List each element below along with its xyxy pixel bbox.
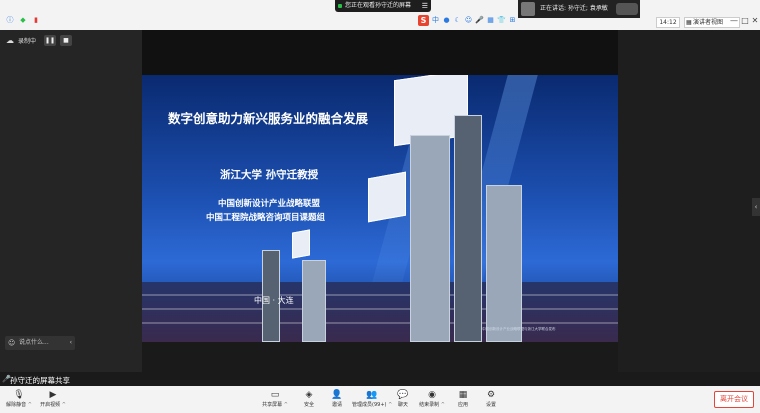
ime-mic-icon[interactable]: 🎤 xyxy=(475,16,484,24)
view-mode-label: 演讲者视图 xyxy=(693,19,724,26)
menu-icon[interactable]: ☰ xyxy=(422,0,428,12)
invite-label: 邀请 xyxy=(331,402,342,408)
stage-tower xyxy=(302,260,326,342)
share-banner-text: 您正在观看孙守迁的屏幕 xyxy=(345,2,412,9)
right-panel xyxy=(618,30,760,372)
invite-button[interactable]: 👤 邀请 xyxy=(320,390,354,412)
chevron-up-icon[interactable]: ^ xyxy=(441,402,445,408)
video-off-icon: ▶ xyxy=(49,390,57,400)
signal-icon[interactable]: ▮ xyxy=(32,16,40,24)
settings-label: 设置 xyxy=(485,402,496,408)
share-screen-button[interactable]: ▭ 共享屏幕 ^ xyxy=(258,390,292,412)
stage-tower xyxy=(486,185,522,342)
end-recording-label: 结束录制 xyxy=(419,402,440,408)
chevron-up-icon[interactable]: ^ xyxy=(28,402,32,408)
ime-keyboard-icon[interactable]: ▦ xyxy=(486,16,495,24)
share-screen-icon: ▭ xyxy=(270,390,280,400)
close-icon[interactable]: ✕ xyxy=(751,16,759,25)
chat-placeholder: 说点什么... xyxy=(19,339,49,346)
chevron-up-icon[interactable]: ^ xyxy=(284,402,288,408)
stand-row xyxy=(142,322,618,324)
mic-icon: 🎤 xyxy=(2,375,11,383)
slide-speaker: 浙江大学 孙守迁教授 xyxy=(220,169,319,181)
speaking-text: 正在讲话: 孙守迁; 袁承敏 xyxy=(540,5,608,12)
add-user-icon: 👤 xyxy=(331,390,343,400)
minimize-icon[interactable]: — xyxy=(730,16,738,25)
screen-share-label: 🎤 孙守迁的屏幕共享 xyxy=(0,375,70,386)
sogou-ime-icon[interactable]: S xyxy=(418,14,429,26)
cloud-icon: ☁ xyxy=(6,36,14,45)
sharing-indicator-icon xyxy=(338,4,342,8)
slide-org-1: 中国创新设计产业战略联盟 xyxy=(218,199,321,209)
ime-punct-icon[interactable]: ● xyxy=(442,16,451,24)
participants-label: 管理成员(99+) xyxy=(352,402,387,408)
speaker-video-thumb xyxy=(616,3,638,15)
ime-mode-icon[interactable]: 中 xyxy=(431,15,440,25)
chevron-up-icon[interactable]: ^ xyxy=(62,402,66,408)
slide-title: 数字创意助力新兴服务业的融合发展 xyxy=(168,111,369,126)
emoji-icon[interactable]: ☺ xyxy=(8,336,15,350)
recording-controls: ☁ 录制中 ❚❚ ■ xyxy=(6,35,72,46)
collapse-chat-icon[interactable]: ‹ xyxy=(70,336,72,350)
screen-share-name: 孙守迁的屏幕共享 xyxy=(10,376,70,385)
billboard-screen xyxy=(292,229,310,259)
stage-tower xyxy=(410,135,450,342)
gear-icon: ⚙ xyxy=(486,390,496,400)
share-screen-label: 共享屏幕 xyxy=(262,402,283,408)
stop-recording-button[interactable]: ■ xyxy=(60,35,72,46)
ime-moon-icon[interactable]: ☾ xyxy=(453,16,462,24)
stand-row xyxy=(142,308,618,310)
info-icon[interactable]: ⓘ xyxy=(6,16,14,24)
pause-recording-button[interactable]: ❚❚ xyxy=(44,35,56,46)
ime-emoji-icon[interactable]: ☺ xyxy=(464,16,473,24)
mic-muted-icon: 🎙 xyxy=(13,390,25,400)
recording-label: 录制中 xyxy=(18,38,37,45)
top-status-icons: ⓘ ◆ ▮ xyxy=(6,16,40,24)
ime-skin-icon[interactable]: 👕 xyxy=(497,16,506,24)
slide-org-2: 中国工程院战略咨询项目课题组 xyxy=(206,213,326,223)
shared-screen: 数字创意助力新兴服务业的融合发展 浙江大学 孙守迁教授 中国创新设计产业战略联盟… xyxy=(142,30,618,342)
ime-toolbar: S 中 ● ☾ ☺ 🎤 ▦ 👕 ⊞ xyxy=(418,13,524,27)
stadium-stands xyxy=(142,282,618,342)
active-speaker-indicator: 正在讲话: 孙守迁; 袁承敏 xyxy=(518,0,640,18)
grid-view-icon: ▦ xyxy=(686,19,692,26)
unmute-label: 解除静音 xyxy=(6,402,27,408)
billboard-screen xyxy=(368,171,406,223)
slide-fine-print: 中国创新设计产业战略联盟与浙江大学联合发布 xyxy=(482,327,556,331)
slide-place: 中国 · 大连 xyxy=(254,296,294,305)
left-panel xyxy=(0,30,142,372)
unmute-button[interactable]: 🎙 解除静音 ^ xyxy=(2,390,36,412)
stand-row xyxy=(142,294,618,296)
record-icon: ◉ xyxy=(428,390,436,400)
leave-meeting-button[interactable]: 离开会议 xyxy=(714,391,754,408)
ime-grid-icon[interactable]: ⊞ xyxy=(508,16,517,24)
shield-icon[interactable]: ◆ xyxy=(19,16,27,24)
chat-input[interactable]: ☺ 说点什么... ‹ xyxy=(5,336,75,350)
meeting-clock: 14:12 xyxy=(656,17,680,28)
panel-toggle-icon[interactable]: ‹ xyxy=(752,198,760,216)
end-recording-button[interactable]: ◉ 结束录制 ^ xyxy=(414,390,450,412)
stage-tower xyxy=(454,115,482,342)
start-video-label: 开启视频 xyxy=(40,402,61,408)
settings-button[interactable]: ⚙ 设置 xyxy=(474,390,508,412)
share-banner[interactable]: 您正在观看孙守迁的屏幕 ☰ xyxy=(335,0,431,12)
speaker-avatar xyxy=(521,2,535,16)
slide-content: 数字创意助力新兴服务业的融合发展 浙江大学 孙守迁教授 中国创新设计产业战略联盟… xyxy=(142,75,618,342)
maximize-icon[interactable]: □ xyxy=(741,16,749,25)
start-video-button[interactable]: ▶ 开启视频 ^ xyxy=(36,390,70,412)
